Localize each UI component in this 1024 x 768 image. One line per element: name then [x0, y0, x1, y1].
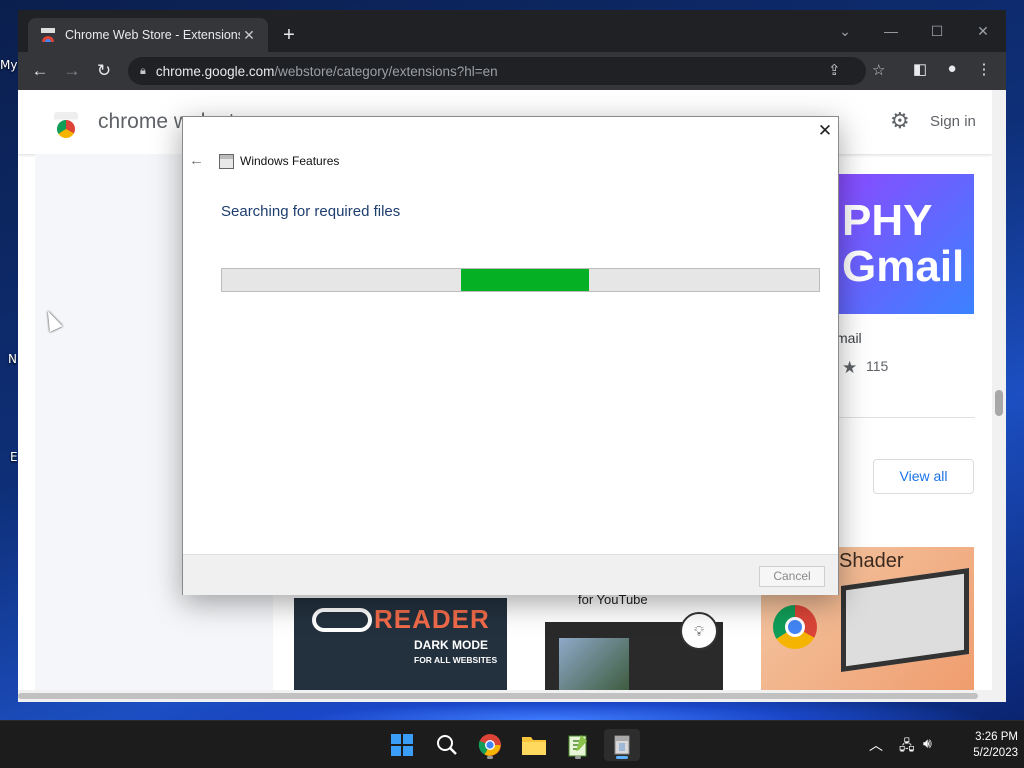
- card-subtitle: DARK MODE FOR ALL WEBSITES: [414, 638, 498, 665]
- chrome-logo-icon: [773, 605, 817, 649]
- url-host: chrome.google.com: [155, 63, 275, 79]
- lock-icon[interactable]: 🔒︎: [140, 65, 146, 78]
- chrome-web-store-favicon-icon: [40, 27, 56, 43]
- dialog-heading: Searching for required files: [221, 203, 401, 220]
- folder-icon: [522, 737, 546, 755]
- close-icon[interactable]: ✕: [815, 121, 835, 141]
- cancel-button[interactable]: Cancel: [759, 566, 825, 587]
- tab-title: Chrome Web Store - Extensions: [65, 28, 240, 42]
- extension-name[interactable]: mail: [836, 330, 862, 346]
- extension-card-youtube[interactable]: for YouTube 💡︎: [528, 590, 748, 694]
- search-icon: [437, 735, 457, 755]
- share-icon[interactable]: ⇪: [828, 61, 841, 79]
- horizontal-scrollbar[interactable]: [18, 690, 992, 702]
- maximize-icon[interactable]: ☐: [914, 16, 960, 46]
- address-bar[interactable]: 🔒︎ chrome.google.com/webstore/category/e…: [128, 57, 885, 85]
- side-panel-icon[interactable]: ◧: [909, 60, 931, 78]
- sign-in-link[interactable]: Sign in: [930, 113, 976, 130]
- dialog-app-title: Windows Features: [240, 154, 340, 168]
- browser-tab[interactable]: Chrome Web Store - Extensions ✕: [28, 18, 268, 52]
- dialog-footer: Cancel: [183, 554, 838, 595]
- desktop-icon-label[interactable]: N: [8, 352, 17, 366]
- taskbar: ︿ 🖧︎ 🔊︎ 3:26 PM 5/2/2023: [0, 720, 1024, 768]
- windows-features-icon: [219, 154, 234, 169]
- browser-toolbar: ← → ↻ 🔒︎ chrome.google.com/webstore/cate…: [18, 52, 1006, 90]
- extension-card-dark-reader[interactable]: READER DARK MODE FOR ALL WEBSITES: [294, 598, 507, 694]
- lightbulb-icon: 💡︎: [680, 612, 718, 650]
- progress-marquee-chunk: [460, 269, 590, 291]
- clock-time: 3:26 PM: [975, 731, 1018, 743]
- card-title: Shader: [839, 550, 904, 572]
- url-path: /webstore/category/extensions?hl=en: [274, 63, 498, 79]
- taskbar-file-explorer[interactable]: [516, 729, 552, 761]
- profile-icon[interactable]: ●: [941, 60, 963, 77]
- settings-gear-icon[interactable]: ⚙: [890, 108, 910, 134]
- view-all-button[interactable]: View all: [873, 459, 974, 494]
- network-icon[interactable]: 🖧︎: [899, 735, 915, 759]
- menu-kebab-icon[interactable]: ⋮: [973, 60, 995, 78]
- windows-features-dialog: ✕ ← Windows Features Searching for requi…: [182, 116, 839, 595]
- start-button[interactable]: [384, 729, 420, 761]
- vertical-scrollbar[interactable]: [992, 90, 1006, 702]
- close-window-icon[interactable]: ✕: [960, 16, 1006, 46]
- search-button[interactable]: [429, 729, 465, 761]
- divider: [838, 417, 975, 418]
- active-indicator: [616, 756, 628, 759]
- notepad-icon: [568, 735, 587, 757]
- bookmark-star-icon[interactable]: ☆: [872, 61, 885, 79]
- rating-count: 115: [866, 358, 889, 374]
- taskbar-notepad[interactable]: [560, 729, 596, 761]
- minimize-icon[interactable]: —: [868, 16, 914, 46]
- desktop-icon-label[interactable]: My: [0, 58, 17, 72]
- system-clock[interactable]: 3:26 PM 5/2/2023: [940, 729, 1018, 761]
- card-title: READER: [374, 604, 490, 634]
- glasses-icon: [312, 608, 372, 632]
- tab-search-icon[interactable]: ⌄: [822, 16, 868, 46]
- windows-logo-icon: [391, 734, 413, 756]
- featured-banner[interactable]: PHY Gmail: [838, 174, 974, 314]
- close-tab-icon[interactable]: ✕: [240, 27, 258, 44]
- back-arrow-icon[interactable]: ←: [189, 152, 204, 169]
- clock-date: 5/2/2023: [973, 747, 1018, 759]
- windows-features-icon: [614, 735, 630, 755]
- taskbar-chrome[interactable]: [472, 729, 508, 761]
- desktop-icon-label[interactable]: E: [10, 450, 18, 464]
- running-indicator: [487, 756, 493, 759]
- running-indicator: [575, 756, 581, 759]
- volume-icon[interactable]: 🔊︎: [923, 735, 932, 752]
- show-hidden-icons-chevron-icon[interactable]: ︿: [869, 735, 883, 755]
- progress-bar: [221, 268, 820, 292]
- title-bar: Chrome Web Store - Extensions ✕ + ⌄ — ☐ …: [18, 10, 1006, 52]
- reload-icon[interactable]: ↻: [91, 59, 117, 83]
- banner-line1: PHY: [842, 196, 933, 245]
- back-icon[interactable]: ←: [27, 59, 53, 83]
- forward-icon[interactable]: →: [59, 59, 85, 83]
- chrome-web-store-logo-icon[interactable]: [54, 112, 78, 138]
- banner-line2: Gmail: [842, 242, 965, 291]
- chrome-icon: [478, 734, 501, 756]
- taskbar-windows-features[interactable]: [604, 729, 640, 761]
- new-tab-icon[interactable]: +: [276, 22, 302, 48]
- rating-star-icon: ★: [842, 358, 858, 377]
- laptop-image: [841, 568, 969, 672]
